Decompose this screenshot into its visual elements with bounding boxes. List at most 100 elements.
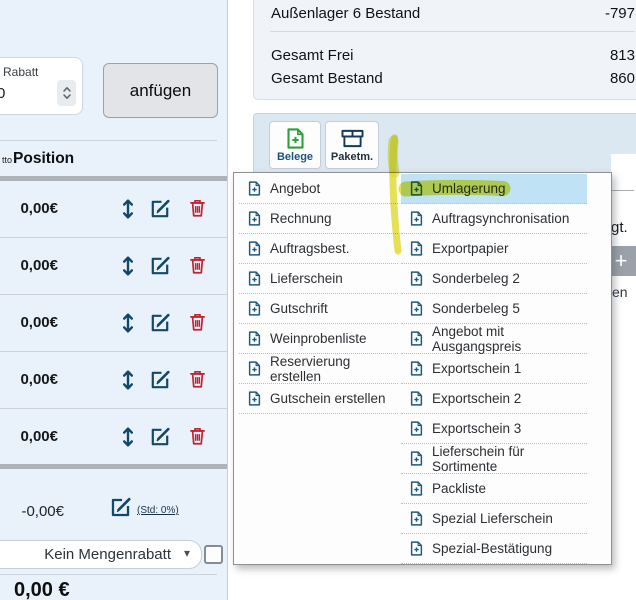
menu-item-label: Rechnung <box>270 211 332 226</box>
doc-plus-icon <box>410 361 423 376</box>
stock-row-label: Gesamt Bestand <box>271 70 383 87</box>
position-row: 0,00€ <box>0 181 227 238</box>
doc-plus-icon <box>410 241 423 256</box>
discount-input[interactable] <box>0 84 33 103</box>
doc-plus-icon <box>410 541 423 556</box>
doc-plus-icon <box>248 181 261 196</box>
delete-row-icon[interactable] <box>189 198 206 218</box>
stock-row-value: -797 <box>565 5 635 22</box>
doc-plus-icon <box>248 241 261 256</box>
menu-item-lieferschein-fuer-sortimente[interactable]: Lieferschein für Sortimente <box>401 444 587 474</box>
menu-item-auftragsynchronisation[interactable]: Auftragsynchronisation <box>401 204 587 234</box>
menu-item-label: Spezial Lieferschein <box>432 511 553 526</box>
menu-column-left: Angebot Rechnung Auftragsbest. Liefersch… <box>239 174 398 414</box>
doc-plus-icon <box>248 301 261 316</box>
edit-row-icon[interactable] <box>148 312 172 334</box>
menu-item-exportschein-3[interactable]: Exportschein 3 <box>401 414 587 444</box>
edit-row-icon[interactable] <box>148 426 172 448</box>
discount-stepper[interactable] <box>57 80 76 106</box>
caret-down-icon: ▾ <box>184 546 190 560</box>
menu-item-label: Exportschein 2 <box>432 391 521 406</box>
menu-item-angebot[interactable]: Angebot <box>239 174 398 204</box>
doc-plus-icon <box>248 331 261 346</box>
move-row-icon[interactable] <box>121 426 135 448</box>
edit-row-icon[interactable] <box>148 369 172 391</box>
divider <box>612 190 634 191</box>
menu-item-label: Umlagerung <box>432 181 506 196</box>
delete-row-icon[interactable] <box>189 369 206 389</box>
position-row: 0,00€ <box>0 295 227 352</box>
menu-item-angebot-mit-ausgangspreis[interactable]: Angebot mit Ausgangspreis <box>401 324 587 354</box>
menu-item-packliste[interactable]: Packliste <box>401 474 587 504</box>
belege-button[interactable]: Belege <box>269 121 321 169</box>
edit-discount-icon[interactable] <box>108 496 133 519</box>
delete-row-icon[interactable] <box>189 255 206 275</box>
menu-item-exportpapier[interactable]: Exportpapier <box>401 234 587 264</box>
section-heading: tto Position <box>2 150 74 168</box>
delete-row-icon[interactable] <box>189 426 206 446</box>
position-row: 0,00€ <box>0 409 227 465</box>
edit-row-icon[interactable] <box>148 198 172 220</box>
menu-item-sonderbeleg-2[interactable]: Sonderbeleg 2 <box>401 264 587 294</box>
menu-item-gutschein-erstellen[interactable]: Gutschein erstellen <box>239 384 398 414</box>
occluded-text-fragment: en <box>612 284 628 300</box>
menu-item-label: Exportschein 1 <box>432 361 521 376</box>
stock-row-label: Außenlager 6 Bestand <box>271 5 420 22</box>
doc-plus-icon <box>410 391 423 406</box>
menu-item-gutschrift[interactable]: Gutschrift <box>239 294 398 324</box>
quantity-discount-value: Kein Mengenrabatt <box>44 546 171 563</box>
move-row-icon[interactable] <box>121 255 135 277</box>
menu-item-rechnung[interactable]: Rechnung <box>239 204 398 234</box>
doc-plus-icon <box>248 391 261 406</box>
stock-summary-panel: Außenlager 6 Bestand -797 Gesamt Frei 81… <box>253 0 636 100</box>
move-row-icon[interactable] <box>121 369 135 391</box>
doc-plus-icon <box>410 331 423 346</box>
delete-row-icon[interactable] <box>189 312 206 332</box>
divider-thick <box>0 464 227 469</box>
menu-item-label: Auftragsbest. <box>270 241 350 256</box>
doc-plus-icon <box>248 211 261 226</box>
menu-item-exportschein-1[interactable]: Exportschein 1 <box>401 354 587 384</box>
quantity-discount-select[interactable]: Kein Mengenrabatt ▾ <box>0 540 202 569</box>
menu-item-label: Gutschein erstellen <box>270 391 386 406</box>
standard-discount-link[interactable]: (Std: 0%) <box>137 505 179 516</box>
menu-item-label: Exportschein 3 <box>432 421 521 436</box>
move-row-icon[interactable] <box>121 198 135 220</box>
row-price: 0,00€ <box>0 200 58 217</box>
position-row: 0,00€ <box>0 238 227 295</box>
menu-item-umlagerung[interactable]: Umlagerung <box>401 174 587 204</box>
quantity-discount-checkbox[interactable] <box>204 545 223 564</box>
section-prefix: tto <box>2 155 12 165</box>
menu-item-spezial-bestaetigung[interactable]: Spezial-Bestätigung <box>401 534 587 564</box>
menu-item-spezial-lieferschein[interactable]: Spezial Lieferschein <box>401 504 587 534</box>
menu-item-exportschein-2[interactable]: Exportschein 2 <box>401 384 587 414</box>
menu-item-label: Gutschrift <box>270 301 328 316</box>
summary-price: -0,00€ <box>0 503 64 520</box>
menu-item-label: Packliste <box>432 481 486 496</box>
move-row-icon[interactable] <box>121 312 135 334</box>
background-patch <box>611 154 636 174</box>
edit-row-icon[interactable] <box>148 255 172 277</box>
append-button[interactable]: anfügen <box>103 63 218 118</box>
discount-field-group: Rabatt <box>0 57 83 115</box>
paketm-button[interactable]: Paketm. <box>325 121 379 169</box>
menu-item-sonderbeleg-5[interactable]: Sonderbeleg 5 <box>401 294 587 324</box>
position-row: 0,00€ <box>0 352 227 409</box>
package-icon <box>340 128 365 149</box>
occluded-text-fragment: gt. <box>611 219 628 236</box>
doc-plus-icon <box>410 451 423 466</box>
menu-item-label: Exportpapier <box>432 241 509 256</box>
doc-plus-icon <box>410 181 423 196</box>
doc-plus-icon <box>410 481 423 496</box>
menu-item-auftragsbest[interactable]: Auftragsbest. <box>239 234 398 264</box>
menu-item-reservierung-erstellen[interactable]: Reservierung erstellen <box>239 354 398 384</box>
doc-plus-icon <box>410 271 423 286</box>
row-price: 0,00€ <box>0 257 58 274</box>
menu-item-label: Auftragsynchronisation <box>432 211 569 226</box>
menu-item-lieferschein[interactable]: Lieferschein <box>239 264 398 294</box>
stock-row-label: Gesamt Frei <box>271 47 354 64</box>
doc-plus-icon <box>248 361 261 376</box>
menu-item-weinprobenliste[interactable]: Weinprobenliste <box>239 324 398 354</box>
discount-label: Rabatt <box>3 65 38 79</box>
doc-plus-icon <box>248 271 261 286</box>
